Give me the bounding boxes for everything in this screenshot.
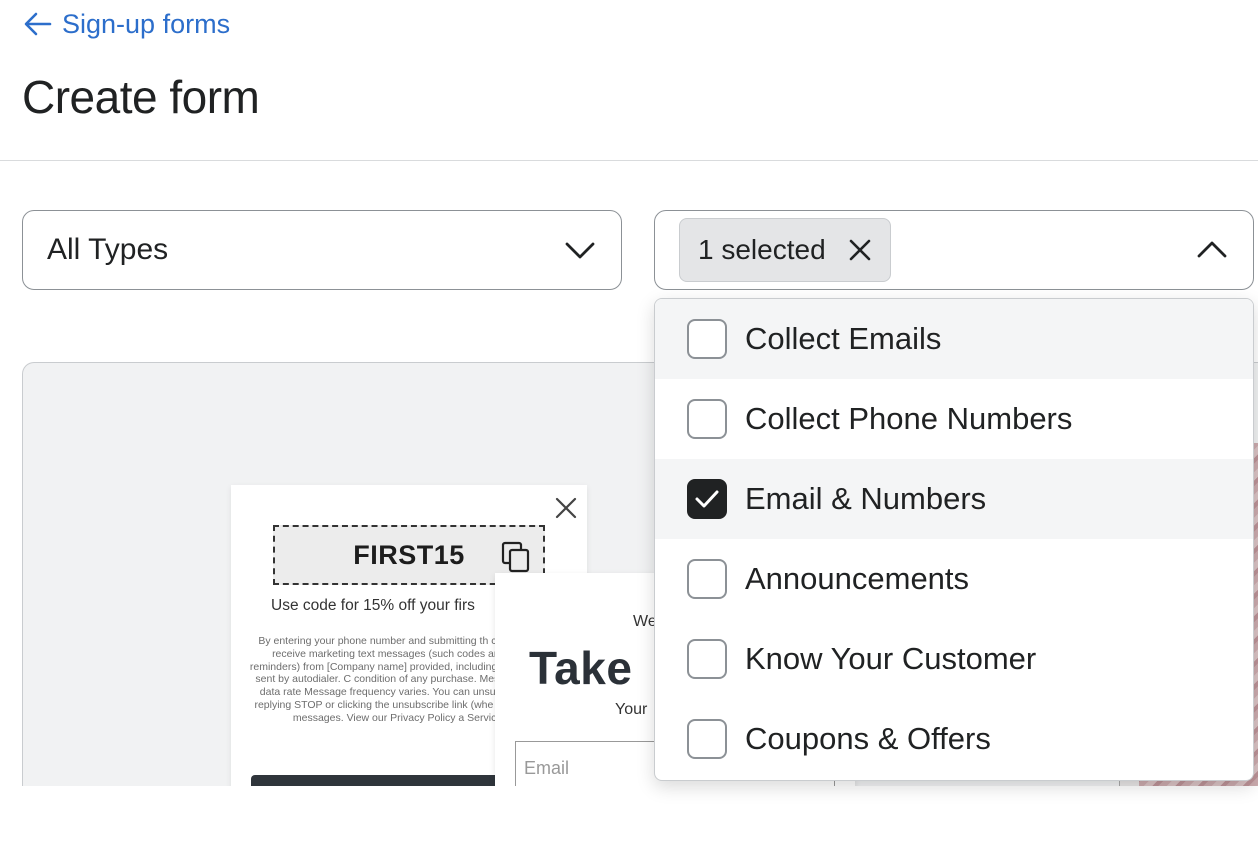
checkmark-icon — [695, 490, 719, 508]
type-filter-select[interactable]: All Types — [22, 210, 622, 290]
copy-icon — [501, 541, 530, 573]
selected-count-tag: 1 selected — [679, 218, 891, 282]
arrow-left-icon — [24, 12, 52, 36]
checkbox[interactable] — [687, 559, 727, 599]
header-divider — [0, 160, 1258, 161]
chevron-down-icon — [565, 242, 595, 259]
preview-subtext: Your — [615, 701, 648, 718]
close-icon[interactable] — [848, 238, 872, 262]
option-label: Collect Emails — [745, 321, 942, 356]
preview-headline: Take — [529, 642, 633, 694]
option-collect-emails[interactable]: Collect Emails — [655, 299, 1253, 379]
back-link-label: Sign-up forms — [62, 8, 231, 39]
goal-filter-select[interactable]: 1 selected — [654, 210, 1254, 290]
type-filter-value: All Types — [47, 233, 169, 266]
option-know-your-customer[interactable]: Know Your Customer — [655, 619, 1253, 699]
checkbox[interactable] — [687, 399, 727, 439]
option-collect-phone-numbers[interactable]: Collect Phone Numbers — [655, 379, 1253, 459]
back-link-sign-up-forms[interactable]: Sign-up forms — [22, 8, 230, 40]
option-label: Know Your Customer — [745, 641, 1037, 676]
checkbox[interactable] — [687, 639, 727, 679]
close-icon — [555, 497, 577, 519]
option-label: Collect Phone Numbers — [745, 401, 1073, 436]
coupon-code: FIRST15 — [353, 539, 465, 570]
selected-count-label: 1 selected — [698, 234, 826, 265]
option-email-and-numbers[interactable]: Email & Numbers — [655, 459, 1253, 539]
checkbox[interactable] — [687, 319, 727, 359]
option-announcements[interactable]: Announcements — [655, 539, 1253, 619]
option-label: Coupons & Offers — [745, 721, 991, 756]
checkbox-checked[interactable] — [687, 479, 727, 519]
goal-options-dropdown: Collect Emails Collect Phone Numbers Ema… — [654, 298, 1254, 781]
option-label: Email & Numbers — [745, 481, 987, 516]
option-label: Announcements — [745, 561, 970, 596]
chevron-up-icon — [1197, 241, 1227, 258]
offer-text: Use code for 15% off your firs — [271, 597, 475, 614]
checkbox[interactable] — [687, 719, 727, 759]
option-coupons-and-offers[interactable]: Coupons & Offers — [655, 699, 1253, 779]
page-title: Create form — [22, 71, 260, 123]
